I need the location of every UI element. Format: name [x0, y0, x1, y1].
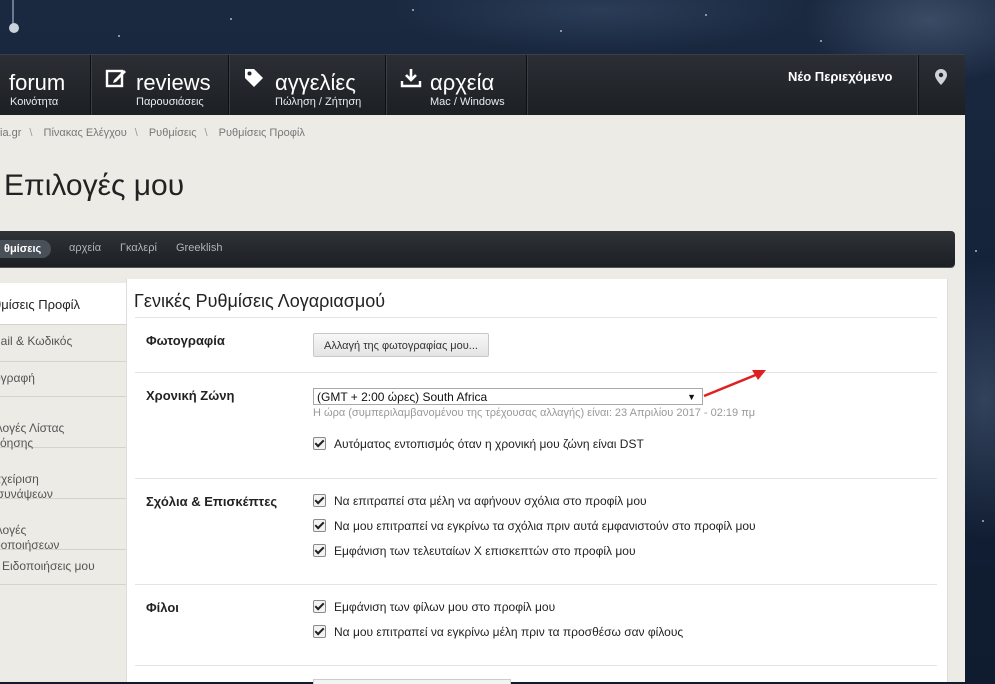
friends-option-approve[interactable]: Να μου επιτραπεί να εγκρίνω μέλη πριν τα…	[313, 624, 683, 640]
friends-show-checkbox[interactable]	[313, 600, 326, 614]
breadcrumb-separator: \	[29, 127, 33, 139]
sub-navigation: θμίσεις αρχεία Γκαλερί Greeklish	[0, 231, 955, 267]
dst-checkbox[interactable]	[313, 437, 326, 451]
divider	[135, 584, 937, 585]
divider	[135, 665, 937, 666]
comments-approve-checkbox[interactable]	[313, 519, 326, 533]
friends-option-show[interactable]: Εμφάνιση των φίλων μου στο προφίλ μου	[313, 599, 555, 615]
map-pin-icon	[935, 69, 947, 85]
star	[412, 9, 414, 11]
timezone-select[interactable]: (GMT + 2:00 ώρες) South Africa ▼	[313, 388, 703, 405]
sidebar-item-label: αχείριση ισυνάψεων	[0, 472, 53, 501]
friends-option-label: Να μου επιτραπεί να εγκρίνω μέλη πριν τα…	[334, 625, 684, 639]
comments-option-label: Να μου επιτραπεί να εγκρίνω τα σχόλια πρ…	[334, 519, 756, 533]
comments-option-label: Εμφάνιση των τελευταίων Χ επισκεπτών στο…	[334, 544, 636, 558]
star	[230, 18, 232, 20]
dst-option[interactable]: Αυτόματος εντοπισμός όταν η χρονική μου …	[313, 436, 644, 452]
breadcrumb-item[interactable]: Πίνακας Ελέγχου	[44, 127, 127, 139]
sidebar-item-label: Ειδοποιήσεις μου	[2, 559, 95, 573]
sidebar-item-label: nail & Κωδικός	[0, 334, 73, 348]
breadcrumb-item[interactable]: Ρυθμίσεις	[149, 127, 197, 139]
lamp-icon	[9, 0, 19, 33]
subnav-tab-settings[interactable]: θμίσεις	[0, 240, 52, 258]
settings-panel: Γενικές Ρυθμίσεις Λογαριασμού Φωτογραφία…	[126, 279, 948, 684]
new-content-link[interactable]: Νέο Περιεχόμενο	[788, 69, 892, 84]
nav-files[interactable]: αρχεία Mac / Windows	[386, 55, 527, 116]
breadcrumb: ia.gr \ Πίνακας Ελέγχου \ Ρυθμίσεις \ Ρυθμί…	[0, 127, 311, 139]
content-area: ia.gr \ Πίνακας Ελέγχου \ Ρυθμίσεις \ Ρυθμί…	[0, 115, 965, 684]
nav-forum-subtitle: Κοινότητα	[10, 96, 59, 108]
subnav-tab-files[interactable]: αρχεία	[69, 242, 101, 254]
breadcrumb-item[interactable]: ia.gr	[0, 127, 21, 139]
friends-approve-checkbox[interactable]	[313, 625, 326, 639]
timezone-selected-value: (GMT + 2:00 ώρες) South Africa	[317, 390, 488, 404]
sidebar-item-email-password[interactable]: nail & Κωδικός	[0, 325, 126, 362]
panel-title: Γενικές Ρυθμίσεις Λογαριασμού	[134, 291, 386, 311]
nav-reviews-title: reviews	[136, 70, 211, 95]
sidebar-item-list-options[interactable]: ιλογές Λίστας νόησης	[0, 397, 126, 450]
sidebar-item-manage-attachments[interactable]: αχείριση ισυνάψεων	[0, 448, 126, 501]
nav-classifieds-title: αγγελίες	[275, 70, 356, 95]
dst-option-label: Αυτόματος εντοπισμός όταν η χρονική μου …	[334, 437, 644, 451]
star	[975, 250, 977, 252]
photo-label: Φωτογραφία	[146, 333, 225, 348]
comments-option-visitors[interactable]: Εμφάνιση των τελευταίων Χ επισκεπτών στο…	[313, 543, 636, 559]
comments-option-approve[interactable]: Να μου επιτραπεί να εγκρίνω τα σχόλια πρ…	[313, 518, 756, 534]
star	[560, 30, 562, 32]
nav-forum-title: forum	[9, 70, 66, 95]
timezone-label: Χρονική Ζώνη	[146, 388, 235, 403]
sidebar-item-label: ιλογές δοποιήσεων	[0, 523, 60, 552]
annotation-arrow-icon	[703, 370, 766, 398]
star	[118, 35, 120, 37]
sidebar-item-label: θμίσεις Προφίλ	[0, 297, 81, 312]
star	[982, 520, 984, 522]
dropdown-arrow-icon: ▼	[687, 392, 696, 402]
friends-label: Φίλοι	[146, 600, 179, 615]
friends-option-label: Εμφάνιση των φίλων μου στο προφίλ μου	[334, 600, 556, 614]
nav-files-title: αρχεία	[430, 70, 495, 95]
sidebar-item-my-notifications[interactable]: Ειδοποιήσεις μου	[0, 550, 126, 585]
nav-files-subtitle: Mac / Windows	[430, 96, 505, 108]
nav-forum[interactable]: forum Κοινότητα	[0, 55, 91, 116]
sidebar-item-signature[interactable]: ογραφή	[0, 362, 126, 397]
location-button[interactable]	[918, 55, 965, 116]
comments-option-label: Να επιτραπεί στα μέλη να αφήνουν σχόλια …	[334, 494, 647, 508]
nav-reviews-subtitle: Παρουσιάσεις	[136, 96, 204, 108]
download-icon	[400, 69, 422, 88]
sidebar-item-profile-settings[interactable]: θμίσεις Προφίλ	[0, 283, 126, 325]
settings-sidebar: θμίσεις Προφίλ nail & Κωδικός ογραφή ιλο…	[0, 283, 126, 585]
star	[705, 14, 707, 16]
nav-reviews[interactable]: reviews Παρουσιάσεις	[91, 55, 229, 116]
comments-option-allow[interactable]: Να επιτραπεί στα μέλη να αφήνουν σχόλια …	[313, 493, 647, 509]
breadcrumb-item[interactable]: Ρυθμίσεις Προφίλ	[219, 127, 305, 139]
nav-classifieds[interactable]: αγγελίες Πώληση / Ζήτηση	[229, 55, 386, 116]
breadcrumb-separator: \	[134, 127, 138, 139]
edit-icon	[105, 69, 126, 88]
subnav-tab-greeklish[interactable]: Greeklish	[176, 242, 222, 254]
divider	[135, 372, 937, 373]
comments-visitors-checkbox[interactable]	[313, 544, 326, 558]
comments-label: Σχόλια & Επισκέπτες	[146, 494, 278, 509]
sidebar-item-label: ιλογές Λίστας νόησης	[0, 421, 65, 450]
subnav-tab-gallery[interactable]: Γκαλερί	[120, 242, 157, 254]
tag-icon	[245, 69, 263, 87]
divider	[135, 317, 937, 318]
sidebar-item-notification-options[interactable]: ιλογές δοποιήσεων	[0, 499, 126, 552]
page-title: Επιλογές μου	[4, 169, 185, 202]
breadcrumb-separator: \	[204, 127, 208, 139]
sidebar-item-label: ογραφή	[0, 371, 35, 385]
divider	[135, 478, 937, 479]
star	[820, 40, 822, 42]
change-photo-button[interactable]: Αλλαγή της φωτογραφίας μου...	[313, 333, 489, 357]
nav-classifieds-subtitle: Πώληση / Ζήτηση	[275, 96, 362, 108]
comments-allow-checkbox[interactable]	[313, 494, 326, 508]
timezone-hint: Η ώρα (συμπεριλαμβανομένου της τρέχουσας…	[313, 407, 756, 419]
top-navigation: forum Κοινότητα reviews Παρουσιάσεις αγγ…	[0, 54, 965, 116]
